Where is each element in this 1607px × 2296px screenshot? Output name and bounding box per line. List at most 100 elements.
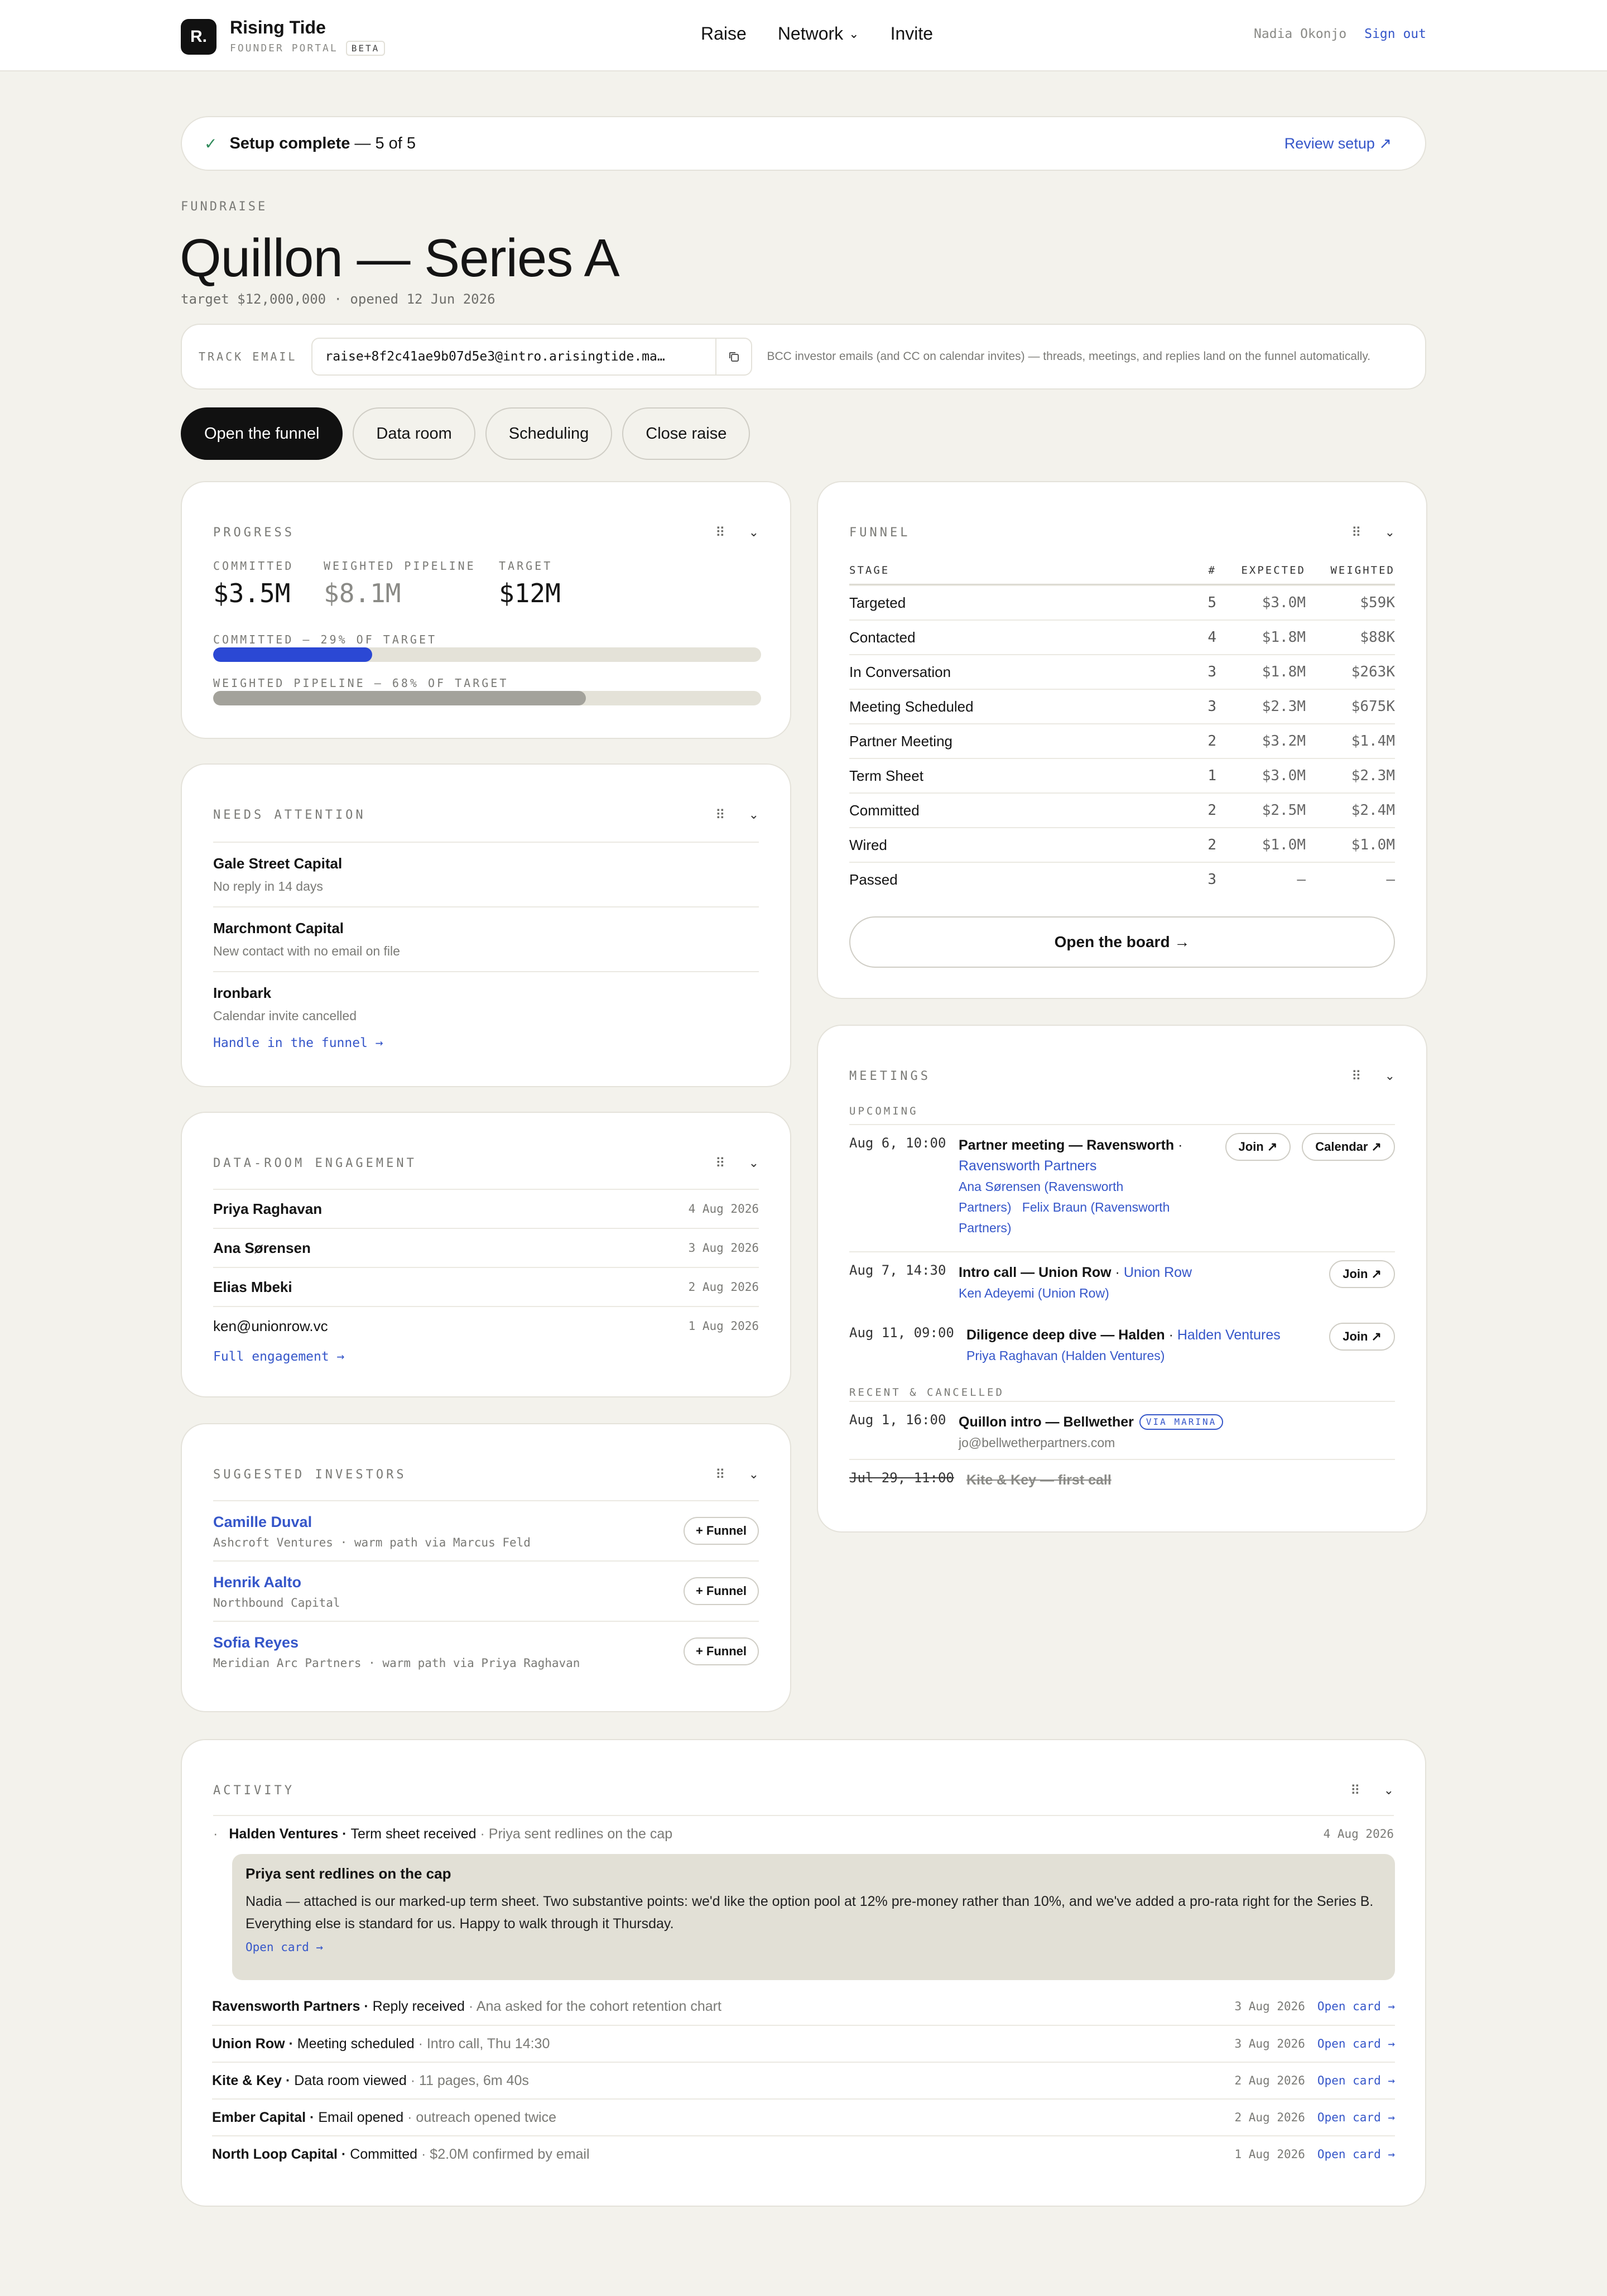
- activity-row[interactable]: Ember Capital · Email opened · outreach …: [212, 2098, 1395, 2135]
- funnel-row[interactable]: Partner Meeting 2 $3.2M $1.4M: [849, 723, 1395, 758]
- meeting-time: Aug 6, 10:00: [849, 1135, 946, 1151]
- open-card-link[interactable]: Open card →: [1317, 2074, 1395, 2087]
- attention-item[interactable]: Ironbark Calendar invite cancelled: [213, 971, 759, 1024]
- activity-note: · $2.0M confirmed by email: [417, 2146, 590, 2162]
- engagement-row[interactable]: Ana Sørensen 3 Aug 2026: [213, 1228, 759, 1267]
- chevron-down-icon[interactable]: ⌄: [749, 1467, 759, 1482]
- investor-name-link[interactable]: Henrik Aalto: [213, 1574, 301, 1591]
- investor-name-link[interactable]: Camille Duval: [213, 1514, 312, 1531]
- activity-event: Committed: [350, 2146, 418, 2162]
- funnel-weighted: $1.0M: [1351, 837, 1395, 853]
- activity-row[interactable]: Ravensworth Partners · Reply received · …: [212, 1988, 1395, 2025]
- drag-handle-icon[interactable]: ⠿: [715, 807, 725, 823]
- funnel-count: 2: [1207, 802, 1216, 819]
- chevron-down-icon[interactable]: ⌄: [1384, 1783, 1394, 1798]
- chevron-down-icon[interactable]: ⌄: [749, 525, 759, 540]
- handle-in-funnel-link[interactable]: Handle in the funnel →: [213, 1036, 383, 1050]
- sign-out-link[interactable]: Sign out: [1364, 27, 1426, 41]
- funnel-row[interactable]: Meeting Scheduled 3 $2.3M $675K: [849, 689, 1395, 723]
- open-card-link[interactable]: Open card →: [1317, 2000, 1395, 2013]
- add-to-funnel-button[interactable]: + Funnel: [683, 1637, 759, 1665]
- join-button[interactable]: Join ↗: [1329, 1323, 1395, 1351]
- funnel-expected: $3.2M: [1262, 733, 1306, 750]
- view-date: 1 Aug 2026: [688, 1319, 759, 1333]
- close-raise-button[interactable]: Close raise: [622, 407, 750, 460]
- drag-handle-icon[interactable]: ⠿: [715, 1467, 725, 1483]
- attendee-link[interactable]: Priya Raghavan (Halden Ventures): [966, 1348, 1165, 1363]
- engagement-row[interactable]: Elias Mbeki 2 Aug 2026: [213, 1267, 759, 1306]
- meeting-org-link[interactable]: Union Row: [1124, 1265, 1192, 1280]
- separator: ·: [1174, 1137, 1183, 1153]
- add-to-funnel-button[interactable]: + Funnel: [683, 1577, 759, 1605]
- funnel-row[interactable]: Targeted 5 $3.0M $59K: [849, 585, 1395, 619]
- track-email-field[interactable]: raise+8f2c41ae9b07d5e3@intro.arisingtide…: [311, 338, 753, 376]
- activity-row[interactable]: North Loop Capital · Committed · $2.0M c…: [212, 2135, 1395, 2172]
- review-setup-link[interactable]: Review setup ↗: [1284, 135, 1392, 152]
- chevron-down-icon[interactable]: ⌄: [1385, 1069, 1395, 1083]
- brand[interactable]: R. Rising Tide FOUNDER PORTAL BETA: [181, 17, 386, 56]
- investor-name-link[interactable]: Sofia Reyes: [213, 1634, 299, 1651]
- drag-handle-icon[interactable]: ⠿: [715, 525, 725, 541]
- attendee-link[interactable]: Ken Adeyemi (Union Row): [959, 1286, 1109, 1300]
- meeting-row: Aug 7, 14:30 Intro call — Union Row · Un…: [849, 1251, 1395, 1315]
- funnel-row[interactable]: Contacted 4 $1.8M $88K: [849, 619, 1395, 654]
- open-board-button[interactable]: Open the board →: [849, 916, 1395, 968]
- activity-date: 2 Aug 2026: [1234, 2111, 1305, 2124]
- funnel-count: 1: [1207, 767, 1216, 784]
- top-bar: R. Rising Tide FOUNDER PORTAL BETA Raise…: [0, 0, 1607, 71]
- open-card-link[interactable]: Open card →: [1317, 2111, 1395, 2124]
- funnel-expected: —: [1297, 871, 1306, 888]
- full-engagement-link[interactable]: Full engagement →: [213, 1349, 344, 1364]
- drag-handle-icon[interactable]: ⠿: [1350, 1783, 1360, 1799]
- track-email-hint: BCC investor emails (and CC on calendar …: [767, 350, 1371, 363]
- funnel-row[interactable]: Wired 2 $1.0M $1.0M: [849, 827, 1395, 862]
- nav-network-label: Network: [777, 23, 844, 44]
- page-eyebrow: FUNDRAISE: [181, 200, 268, 214]
- drag-handle-icon[interactable]: ⠿: [715, 1155, 725, 1171]
- weighted-label: WEIGHTED PIPELINE: [324, 559, 476, 573]
- activity-org: Ravensworth Partners: [212, 1998, 360, 2014]
- nav-invite[interactable]: Invite: [891, 23, 933, 44]
- quote-body: Nadia — attached is our marked-up term s…: [246, 1894, 1374, 1932]
- activity-row-expanded[interactable]: · Halden Ventures · Term sheet received ·…: [213, 1815, 1394, 1852]
- funnel-expected: $1.0M: [1262, 837, 1306, 853]
- chevron-down-icon[interactable]: ⌄: [1385, 525, 1395, 540]
- join-button[interactable]: Join ↗: [1329, 1260, 1395, 1288]
- activity-row[interactable]: Kite & Key · Data room viewed · 11 pages…: [212, 2062, 1395, 2098]
- drag-handle-icon[interactable]: ⠿: [1351, 1068, 1361, 1084]
- funnel-row[interactable]: In Conversation 3 $1.8M $263K: [849, 654, 1395, 689]
- nav-raise[interactable]: Raise: [701, 23, 747, 44]
- engagement-row[interactable]: Priya Raghavan 4 Aug 2026: [213, 1189, 759, 1228]
- meeting-org-link[interactable]: Ravensworth Partners: [959, 1158, 1096, 1174]
- open-card-link[interactable]: Open card →: [1317, 2037, 1395, 2050]
- attention-item[interactable]: Marchmont Capital New contact with no em…: [213, 906, 759, 959]
- drag-handle-icon[interactable]: ⠿: [1351, 525, 1361, 541]
- meeting-email: jo@bellwetherpartners.com: [959, 1435, 1115, 1450]
- track-email-value[interactable]: raise+8f2c41ae9b07d5e3@intro.arisingtide…: [312, 349, 715, 364]
- chevron-down-icon[interactable]: ⌄: [749, 1156, 759, 1170]
- committed-bar-fill: [213, 647, 372, 662]
- copy-icon[interactable]: [715, 339, 751, 374]
- activity-row[interactable]: Union Row · Meeting scheduled · Intro ca…: [212, 2025, 1395, 2062]
- funnel-row[interactable]: Passed 3 — —: [849, 862, 1395, 896]
- funnel-weighted: $1.4M: [1351, 733, 1395, 750]
- chevron-down-icon[interactable]: ⌄: [749, 808, 759, 822]
- open-card-link[interactable]: Open card →: [246, 1940, 1382, 1954]
- add-to-funnel-button[interactable]: + Funnel: [683, 1517, 759, 1545]
- join-button[interactable]: Join ↗: [1225, 1133, 1291, 1161]
- weighted-bar: [213, 691, 761, 705]
- open-card-link[interactable]: Open card →: [1317, 2148, 1395, 2161]
- activity-org: Halden Ventures: [229, 1826, 339, 1842]
- funnel-row[interactable]: Term Sheet 1 $3.0M $2.3M: [849, 758, 1395, 792]
- funnel-row[interactable]: Committed 2 $2.5M $2.4M: [849, 792, 1395, 827]
- meeting-org-link[interactable]: Halden Ventures: [1177, 1327, 1281, 1343]
- attention-item[interactable]: Gale Street Capital No reply in 14 days: [213, 842, 759, 894]
- scheduling-button[interactable]: Scheduling: [485, 407, 613, 460]
- funnel-weighted: $59K: [1360, 594, 1395, 611]
- data-room-button[interactable]: Data room: [353, 407, 475, 460]
- calendar-button[interactable]: Calendar ↗: [1302, 1133, 1395, 1161]
- engagement-row[interactable]: ken@unionrow.vc 1 Aug 2026: [213, 1306, 759, 1345]
- nav-network[interactable]: Network ⌄: [778, 23, 859, 44]
- suggested-investor-row: Henrik Aalto Northbound Capital + Funnel: [213, 1560, 759, 1621]
- open-funnel-button[interactable]: Open the funnel: [181, 407, 343, 460]
